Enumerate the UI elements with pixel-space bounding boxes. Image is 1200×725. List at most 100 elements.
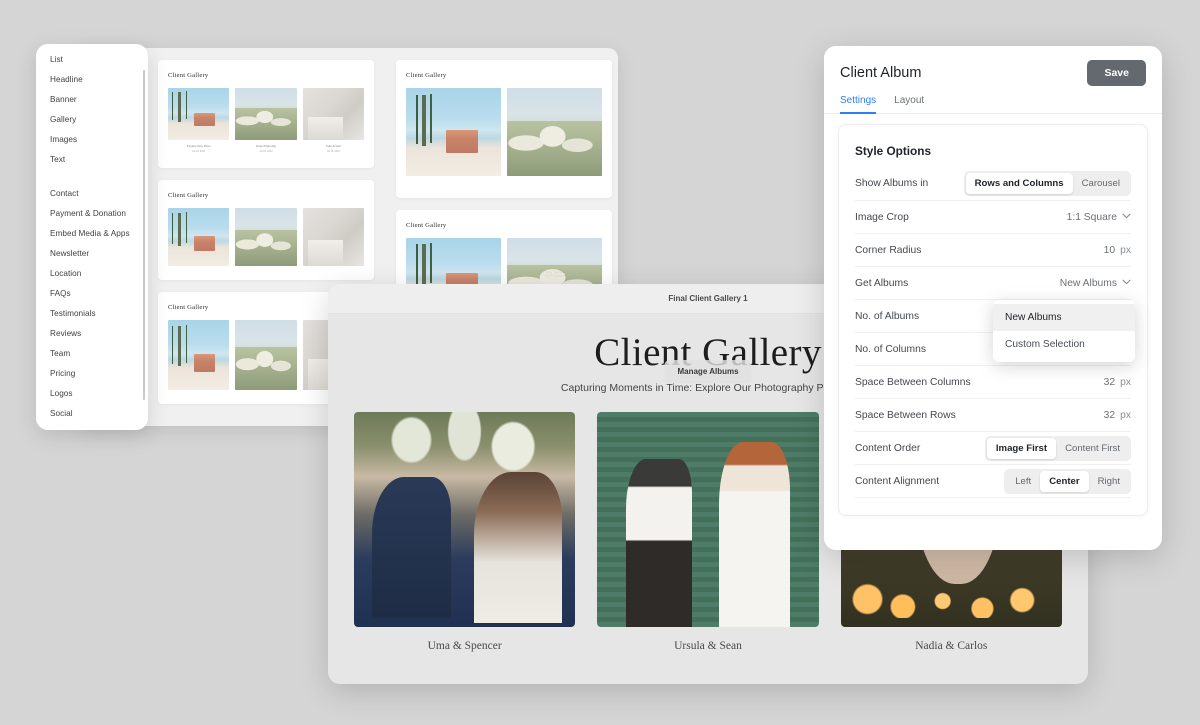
option-unit: px bbox=[1120, 376, 1131, 388]
option-row-show-albums-in: Show Albums in Rows and Columns Carousel bbox=[855, 167, 1131, 200]
caption-text: Explore New Place bbox=[186, 144, 211, 148]
option-label: Space Between Rows bbox=[855, 409, 956, 421]
blocks-group-divider bbox=[36, 170, 148, 184]
option-label: No. of Columns bbox=[855, 343, 926, 355]
option-label: No. of Albums bbox=[855, 310, 920, 322]
option-label: Get Albums bbox=[855, 277, 909, 289]
option-unit: px bbox=[1120, 244, 1131, 256]
show-albums-in-segmented: Rows and Columns Carousel bbox=[963, 171, 1131, 196]
option-value: 32 bbox=[1103, 376, 1116, 388]
option-row-get-albums: Get Albums New Albums bbox=[855, 266, 1131, 299]
segment-left[interactable]: Left bbox=[1006, 471, 1040, 492]
caption-date: Jul 18, 2024 bbox=[259, 150, 273, 153]
segment-center[interactable]: Center bbox=[1040, 470, 1089, 492]
content-alignment-segmented: Left Center Right bbox=[1004, 468, 1131, 494]
style-options-heading: Style Options bbox=[855, 144, 932, 158]
dropdown-option-custom-selection[interactable]: Custom Selection bbox=[993, 331, 1135, 358]
block-item-products[interactable]: Products bbox=[36, 424, 148, 430]
get-albums-select[interactable]: New Albums bbox=[1060, 278, 1131, 289]
preview-overlay-caption: Stay Explore bbox=[544, 271, 565, 276]
preview-thumb-caption: Explore New Place Jul 18, 2024 bbox=[168, 144, 229, 154]
preview-thumb-grass bbox=[235, 88, 297, 140]
block-item-contact[interactable]: Contact bbox=[36, 184, 148, 204]
preview-thumb-beach bbox=[406, 88, 501, 176]
caption-date: Jul 18, 2024 bbox=[326, 150, 340, 153]
tab-settings[interactable]: Settings bbox=[840, 95, 877, 114]
album-caption: Nadia & Carlos bbox=[915, 640, 988, 652]
blocks-list: List Headline Banner Gallery Images Text… bbox=[36, 50, 148, 430]
album-caption: Ursula & Sean bbox=[674, 640, 742, 652]
site-preview-title: Final Client Gallery 1 bbox=[668, 294, 748, 303]
caption-text: Take Action bbox=[325, 144, 341, 148]
segment-image-first[interactable]: Image First bbox=[986, 437, 1057, 459]
option-row-space-between-columns: Space Between Columns 32 px bbox=[855, 365, 1131, 398]
preview-thumb-grass bbox=[235, 208, 297, 266]
option-row-space-between-rows: Space Between Rows 32 px bbox=[855, 398, 1131, 431]
save-button[interactable]: Save bbox=[1087, 60, 1146, 86]
block-item-list[interactable]: List bbox=[36, 50, 148, 70]
preview-thumb-wall bbox=[302, 88, 364, 140]
block-item-text[interactable]: Text bbox=[36, 150, 148, 170]
dropdown-option-new-albums[interactable]: New Albums bbox=[993, 304, 1135, 331]
preview-card-title: Client Gallery bbox=[168, 192, 209, 199]
segment-carousel[interactable]: Carousel bbox=[1073, 173, 1129, 194]
option-row-content-order: Content Order Image First Content First bbox=[855, 431, 1131, 464]
corner-radius-input[interactable]: 10 px bbox=[1104, 245, 1131, 256]
preview-thumb-caption: Keep Exploring Jul 18, 2024 bbox=[235, 144, 296, 154]
preview-card[interactable]: Client Gallery bbox=[158, 180, 374, 280]
block-item-location[interactable]: Location bbox=[36, 264, 148, 284]
content-order-segmented: Image First Content First bbox=[984, 435, 1131, 461]
segment-content-first[interactable]: Content First bbox=[1056, 438, 1129, 459]
option-label: Corner Radius bbox=[855, 244, 922, 256]
preview-card[interactable]: Client Gallery bbox=[396, 60, 612, 198]
block-item-newsletter[interactable]: Newsletter bbox=[36, 244, 148, 264]
block-item-reviews[interactable]: Reviews bbox=[36, 324, 148, 344]
tab-layout[interactable]: Layout bbox=[894, 95, 924, 114]
preview-card[interactable]: Client Gallery Explore New Place Jul 18,… bbox=[158, 60, 374, 168]
preview-thumb-beach bbox=[168, 88, 230, 140]
get-albums-dropdown-menu: New Albums Custom Selection bbox=[993, 300, 1135, 362]
blocks-panel: List Headline Banner Gallery Images Text… bbox=[36, 44, 148, 430]
segment-rows-and-columns[interactable]: Rows and Columns bbox=[965, 173, 1073, 194]
segment-right[interactable]: Right bbox=[1089, 471, 1129, 492]
preview-thumb-row bbox=[406, 88, 602, 176]
preview-thumb-beach bbox=[168, 208, 230, 266]
block-item-pricing[interactable]: Pricing bbox=[36, 364, 148, 384]
block-item-embed-media-apps[interactable]: Embed Media & Apps bbox=[36, 224, 148, 244]
option-label: Space Between Columns bbox=[855, 376, 971, 388]
block-item-images[interactable]: Images bbox=[36, 130, 148, 150]
settings-panel: Client Album Save Settings Layout Style … bbox=[824, 46, 1162, 550]
block-item-team[interactable]: Team bbox=[36, 344, 148, 364]
option-label: Image Crop bbox=[855, 211, 909, 223]
blocks-panel-scrollbar[interactable] bbox=[142, 70, 145, 400]
album-item[interactable]: Ursula & Sean bbox=[597, 412, 819, 652]
options-bottom-divider bbox=[855, 497, 1131, 505]
block-item-social[interactable]: Social bbox=[36, 404, 148, 424]
chevron-down-icon bbox=[1122, 279, 1131, 287]
block-item-logos[interactable]: Logos bbox=[36, 384, 148, 404]
block-item-headline[interactable]: Headline bbox=[36, 70, 148, 90]
album-photo[interactable] bbox=[597, 412, 819, 627]
option-label: Content Order bbox=[855, 442, 921, 454]
preview-thumb-grass bbox=[507, 88, 602, 176]
block-item-payment-donation[interactable]: Payment & Donation bbox=[36, 204, 148, 224]
album-photo[interactable] bbox=[354, 412, 576, 627]
manage-albums-button[interactable]: Manage Albums bbox=[664, 360, 752, 383]
album-caption: Uma & Spencer bbox=[427, 640, 502, 652]
preview-thumb-grass bbox=[235, 320, 297, 390]
block-item-banner[interactable]: Banner bbox=[36, 90, 148, 110]
block-item-testimonials[interactable]: Testimonials bbox=[36, 304, 148, 324]
album-item[interactable]: Uma & Spencer bbox=[354, 412, 576, 652]
block-item-gallery[interactable]: Gallery bbox=[36, 110, 148, 130]
space-between-columns-input[interactable]: 32 px bbox=[1104, 377, 1131, 388]
preview-thumb-wall bbox=[302, 208, 364, 266]
preview-thumb-beach bbox=[168, 320, 230, 390]
option-row-corner-radius: Corner Radius 10 px bbox=[855, 233, 1131, 266]
settings-panel-header: Client Album Save bbox=[824, 46, 1162, 86]
chevron-down-icon bbox=[1122, 213, 1131, 221]
space-between-rows-input[interactable]: 32 px bbox=[1104, 410, 1131, 421]
image-crop-select[interactable]: 1:1 Square bbox=[1067, 212, 1131, 223]
option-label: Show Albums in bbox=[855, 178, 929, 189]
block-item-faqs[interactable]: FAQs bbox=[36, 284, 148, 304]
panel-title: Client Album bbox=[840, 65, 922, 81]
